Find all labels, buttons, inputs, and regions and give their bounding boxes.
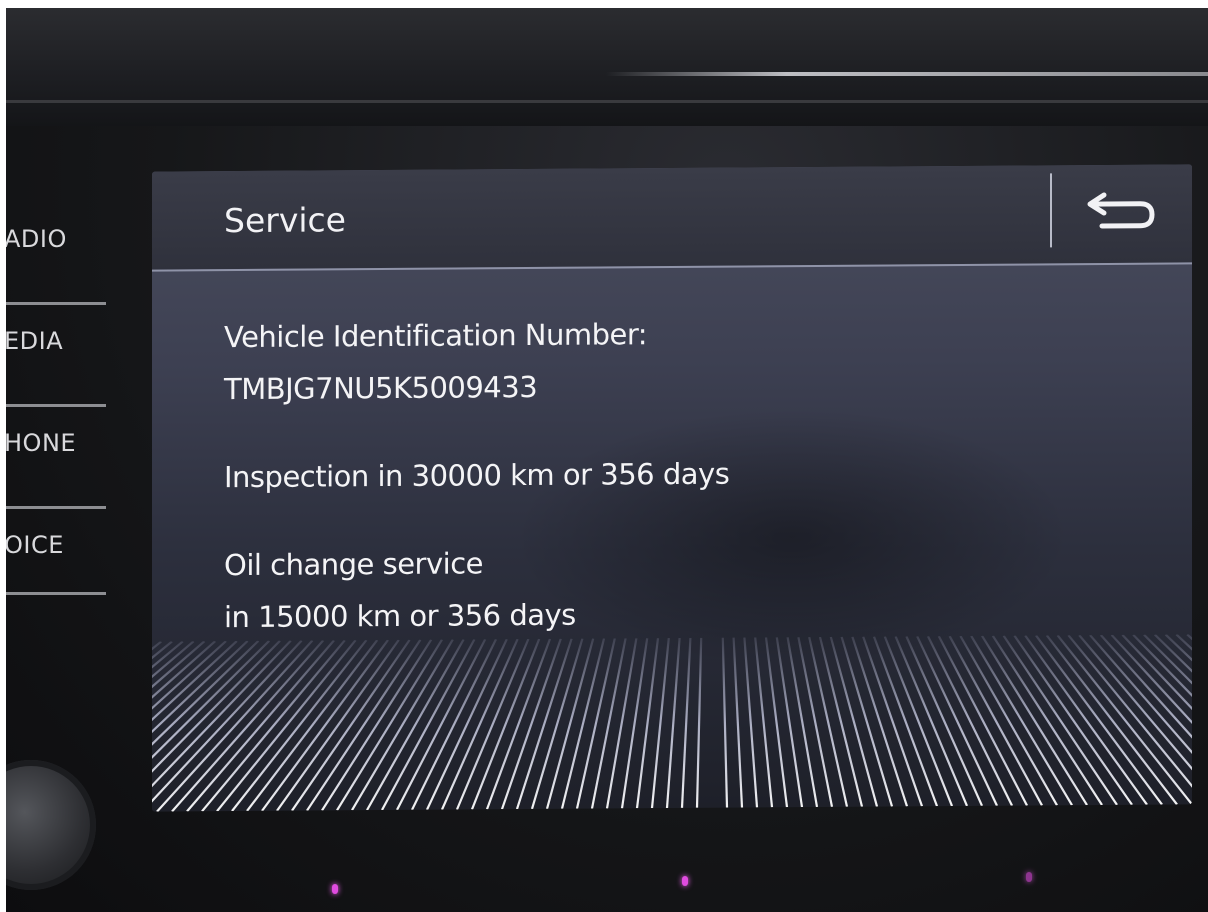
pattern-line xyxy=(1056,634,1192,806)
pattern-line xyxy=(851,636,909,807)
top-bezel xyxy=(6,8,1208,126)
bezel-edge xyxy=(6,100,1208,103)
pattern-line xyxy=(216,639,357,812)
hardware-button-label: ADIO xyxy=(6,225,67,253)
pattern-line xyxy=(620,638,649,809)
pattern-line xyxy=(786,636,819,808)
pattern-line xyxy=(1013,634,1133,806)
pattern-line xyxy=(862,636,924,807)
pattern-line xyxy=(743,637,759,808)
inspection-info: Inspection in 30000 km or 356 days xyxy=(224,456,730,495)
indicator-led xyxy=(1026,872,1032,882)
hardware-button-radio[interactable]: ADIO xyxy=(6,203,106,305)
header-divider xyxy=(1050,173,1052,248)
pattern-line xyxy=(665,637,681,809)
pattern-line xyxy=(721,637,729,808)
oil-change-title: Oil change service xyxy=(224,546,483,583)
hardware-button-phone[interactable]: HONE xyxy=(6,407,106,509)
pattern-line xyxy=(937,635,1028,807)
pattern-line xyxy=(775,637,804,808)
oil-change-info: in 15000 km or 356 days xyxy=(224,597,576,635)
pattern-line xyxy=(156,639,314,812)
touchscreen: Service Vehicle Identification Number: T… xyxy=(152,164,1192,812)
hardware-button-label: HONE xyxy=(6,429,77,457)
pattern-line xyxy=(396,638,487,811)
vin-value: TMBJG7NU5K5009433 xyxy=(224,369,538,407)
pattern-line xyxy=(732,637,744,808)
pattern-line xyxy=(231,639,368,812)
pattern-line xyxy=(336,639,443,811)
background-line-pattern xyxy=(152,634,1192,812)
service-info: Vehicle Identification Number: TMBJG7NU5… xyxy=(224,305,1124,643)
pattern-line xyxy=(291,639,411,812)
hardware-button-label: EDIA xyxy=(6,327,64,355)
screen-header: Service xyxy=(152,164,1192,272)
side-hardware-buttons: ADIO EDIA HONE OICE xyxy=(6,203,106,595)
hardware-button-media[interactable]: EDIA xyxy=(6,305,106,407)
pattern-line xyxy=(500,638,562,810)
volume-knob[interactable] xyxy=(6,760,96,890)
pattern-line xyxy=(171,639,325,812)
vin-label: Vehicle Identification Number: xyxy=(224,317,648,355)
pattern-line xyxy=(515,638,573,810)
infotainment-photo: ADIO EDIA HONE OICE Service Vehicle Iden… xyxy=(6,8,1208,912)
hardware-button-voice[interactable]: OICE xyxy=(6,509,106,595)
bezel-reflection xyxy=(606,72,1208,76)
indicator-led xyxy=(682,876,688,886)
pattern-line xyxy=(381,638,476,811)
return-arrow-icon xyxy=(1087,192,1155,229)
hardware-button-label: OICE xyxy=(6,531,64,559)
pattern-line xyxy=(605,638,638,809)
pattern-line xyxy=(545,638,595,810)
pattern-line xyxy=(948,635,1043,806)
pattern-line xyxy=(981,635,1088,806)
page-title: Service xyxy=(224,200,346,241)
back-button[interactable] xyxy=(1054,164,1192,263)
pattern-line xyxy=(695,637,703,808)
indicator-led xyxy=(332,884,338,894)
pattern-line xyxy=(829,636,879,807)
pattern-line xyxy=(680,637,692,808)
